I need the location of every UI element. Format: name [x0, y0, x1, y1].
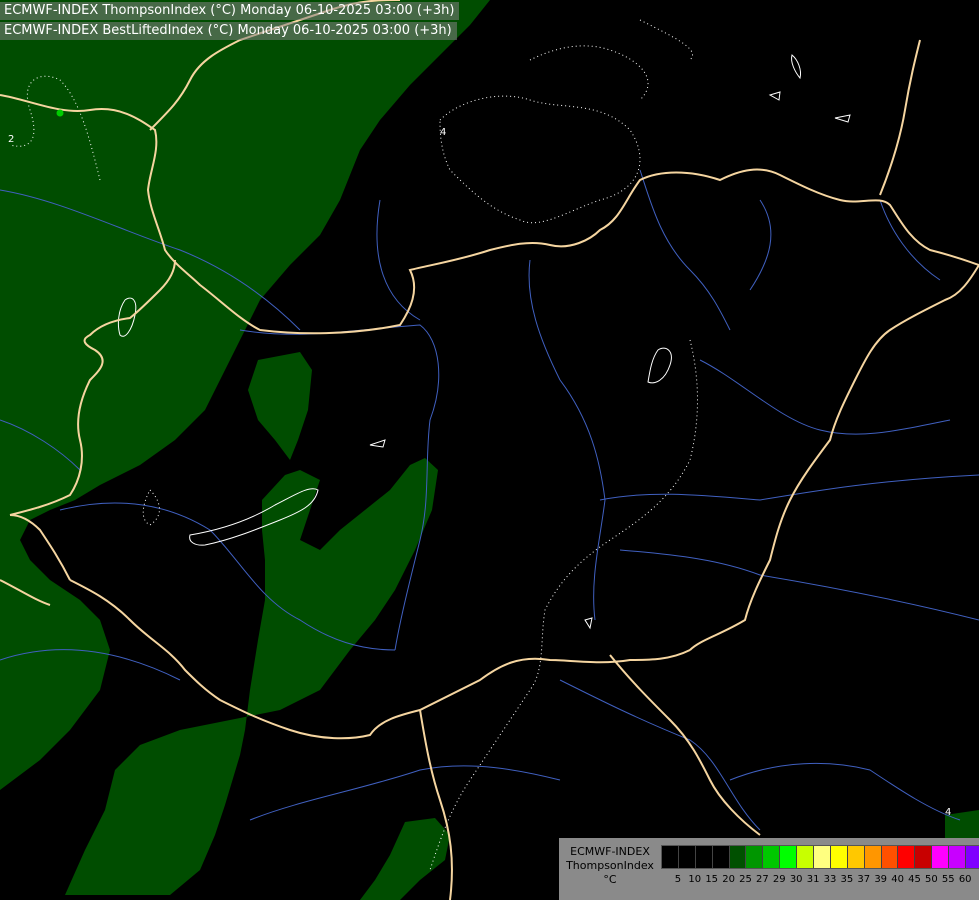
- legend-ticks: 5 10 15 20 25 27 29 30 31 33 35 37 39 40 45 50 55 60: [661, 874, 973, 888]
- legend-tick-label: 33: [823, 874, 837, 885]
- legend-tick-label: 27: [756, 874, 769, 885]
- color-legend: ECMWF-INDEX ThompsonIndex °C 5 10 15 20 25 27…: [559, 838, 979, 900]
- legend-swatch: [814, 846, 831, 868]
- legend-swatch: [898, 846, 916, 868]
- contour-label: 2: [8, 134, 14, 145]
- legend-tick-label: 45: [908, 874, 921, 885]
- legend-tick-label: 25: [739, 874, 752, 885]
- max-marker: [56, 109, 64, 117]
- legend-swatch: [949, 846, 967, 868]
- legend-swatch: [678, 846, 696, 868]
- legend-swatch: [695, 846, 713, 868]
- legend-swatch: [746, 846, 764, 868]
- legend-swatch: [932, 846, 950, 868]
- contour-label: 4: [440, 127, 446, 138]
- legend-unit: °C: [603, 873, 617, 886]
- legend-tick-label: 20: [722, 874, 735, 885]
- legend-tick-label: 5: [674, 874, 682, 885]
- map-title-primary: ECMWF-INDEX ThompsonIndex (°C) Monday 06…: [0, 2, 460, 20]
- contour-label: 4: [945, 807, 951, 818]
- legend-tick-label: 15: [705, 874, 719, 885]
- legend-swatch: [881, 846, 899, 868]
- legend-tick-label: 39: [874, 874, 888, 885]
- legend-parameter: ThompsonIndex: [566, 859, 654, 872]
- legend-swatch: [712, 846, 730, 868]
- legend-tick-label: 10: [688, 874, 702, 885]
- legend-swatch: [797, 846, 815, 868]
- legend-model: ECMWF-INDEX: [570, 845, 650, 858]
- legend-tick-label: 37: [857, 874, 871, 885]
- legend-tick-label: 60: [958, 874, 972, 885]
- legend-tick-label: 31: [806, 874, 820, 885]
- map-title-secondary: ECMWF-INDEX BestLiftedIndex (°C) Monday …: [0, 22, 457, 40]
- legend-tick-label: 35: [840, 874, 854, 885]
- legend-swatch: [780, 846, 798, 868]
- legend-tick-label: 55: [941, 874, 955, 885]
- legend-swatch: [830, 846, 848, 868]
- legend-title: ECMWF-INDEX ThompsonIndex °C: [563, 845, 657, 887]
- legend-swatch: [864, 846, 882, 868]
- map-canvas: 2 4 4: [0, 0, 979, 900]
- legend-tick-label: 40: [891, 874, 904, 885]
- legend-swatch: [915, 846, 933, 868]
- legend-tick-label: 29: [772, 874, 786, 885]
- legend-swatch: [966, 846, 979, 868]
- legend-swatch: [662, 846, 679, 868]
- legend-swatch: [763, 846, 781, 868]
- weather-map: 2 4 4 ECMWF-INDEX ThompsonIndex (°C) Mon…: [0, 0, 979, 900]
- legend-swatch: [729, 846, 747, 868]
- legend-tick-label: 50: [925, 874, 938, 885]
- legend-swatches: [661, 845, 979, 869]
- legend-swatch: [847, 846, 865, 868]
- legend-tick-label: 30: [789, 874, 803, 885]
